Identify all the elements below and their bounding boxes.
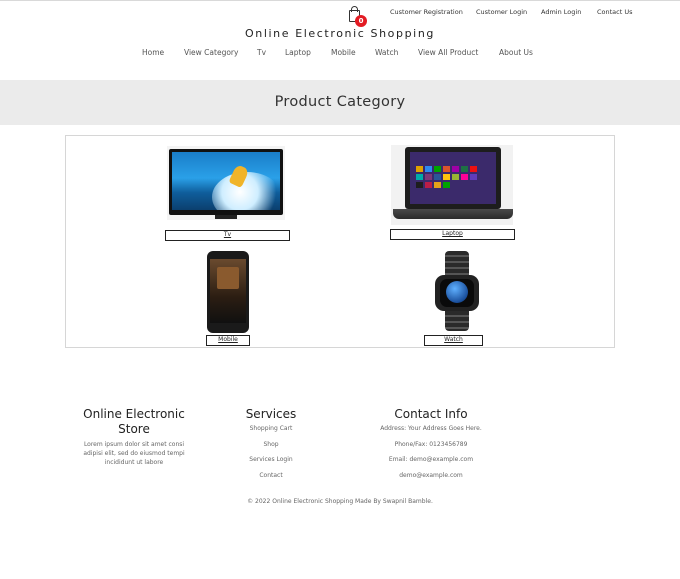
nav-home[interactable]: Home bbox=[142, 48, 164, 57]
admin-login-link[interactable]: Admin Login bbox=[541, 8, 581, 16]
nav-about-us[interactable]: About Us bbox=[499, 48, 533, 57]
footer-email-2[interactable]: demo@example.com bbox=[361, 471, 501, 480]
nav-view-category[interactable]: View Category bbox=[184, 48, 238, 57]
footer-services: Services Shopping Cart Shop Services Log… bbox=[226, 407, 316, 480]
category-card-laptop[interactable]: Laptop bbox=[390, 145, 517, 242]
category-card-mobile[interactable]: Mobile bbox=[206, 251, 251, 347]
customer-login-link[interactable]: Customer Login bbox=[476, 8, 527, 16]
footer-link-services-login[interactable]: Services Login bbox=[226, 455, 316, 464]
nav-laptop[interactable]: Laptop bbox=[285, 48, 311, 57]
copyright: © 2022 Online Electronic Shopping Made B… bbox=[247, 498, 433, 505]
nav-tv[interactable]: Tv bbox=[257, 48, 266, 57]
contact-us-link[interactable]: Contact Us bbox=[597, 8, 633, 16]
footer-services-title: Services bbox=[245, 407, 297, 421]
category-label-laptop[interactable]: Laptop bbox=[390, 229, 515, 240]
category-label-mobile[interactable]: Mobile bbox=[206, 335, 250, 346]
footer-address: Address: Your Address Goes Here. bbox=[380, 425, 482, 432]
footer-link-contact[interactable]: Contact bbox=[226, 471, 316, 480]
nav-watch[interactable]: Watch bbox=[375, 48, 398, 57]
footer-contact: Contact Info Address: Your Address Goes … bbox=[361, 407, 501, 480]
category-label-tv[interactable]: Tv bbox=[165, 230, 290, 241]
category-grid: Tv Laptop Mobile Watch bbox=[65, 135, 615, 348]
top-links: Customer Registration Customer Login Adm… bbox=[0, 8, 680, 18]
category-card-tv[interactable]: Tv bbox=[165, 146, 291, 242]
category-label-watch[interactable]: Watch bbox=[424, 335, 483, 346]
page-banner: Product Category bbox=[0, 80, 680, 125]
main-nav: Home View Category Tv Laptop Mobile Watc… bbox=[0, 48, 680, 60]
footer-link-shopping-cart[interactable]: Shopping Cart bbox=[226, 424, 316, 433]
footer-store-title: Online Electronic Store bbox=[83, 407, 185, 436]
top-border bbox=[0, 0, 680, 1]
nav-view-all-product[interactable]: View All Product bbox=[418, 48, 478, 57]
mobile-image[interactable] bbox=[207, 251, 249, 333]
footer-email[interactable]: Email: demo@example.com bbox=[361, 455, 501, 464]
footer-link-shop[interactable]: Shop bbox=[226, 440, 316, 449]
page-title: Product Category bbox=[274, 94, 406, 110]
nav-mobile[interactable]: Mobile bbox=[331, 48, 356, 57]
laptop-image[interactable] bbox=[391, 145, 513, 225]
footer-contact-title: Contact Info bbox=[394, 407, 468, 421]
footer-store: Online Electronic Store Lorem ipsum dolo… bbox=[72, 407, 196, 467]
watch-image[interactable] bbox=[433, 251, 481, 331]
footer-phone: Phone/Fax: 0123456789 bbox=[394, 440, 468, 448]
site-brand[interactable]: Online Electronic Shopping bbox=[0, 27, 680, 40]
category-card-watch[interactable]: Watch bbox=[424, 251, 493, 347]
footer-store-text: Lorem ipsum dolor sit amet consi adipisi… bbox=[83, 441, 185, 466]
customer-registration-link[interactable]: Customer Registration bbox=[390, 8, 463, 16]
tv-image[interactable] bbox=[167, 146, 285, 220]
